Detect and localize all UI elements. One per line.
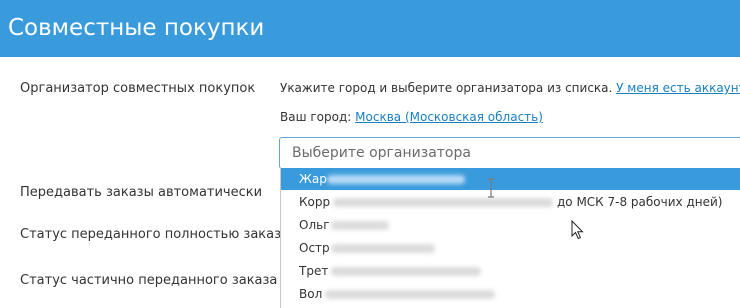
dropdown-option[interactable]: Ольг: [281, 214, 740, 236]
redacted-text: [325, 290, 495, 299]
option-label: Жар: [299, 172, 327, 186]
redacted-text: [331, 244, 435, 253]
redacted-text: [331, 267, 481, 276]
organizer-instruction: Укажите город и выберите организатора из…: [280, 81, 740, 95]
organizer-label: Организатор совместных покупок: [20, 81, 256, 96]
option-tail: до МСК 7-8 рабочих дней): [557, 195, 723, 209]
redacted-text: [331, 221, 389, 230]
page-title: Совместные покупки: [8, 15, 265, 41]
select-placeholder: Выберите организатора: [292, 145, 471, 161]
city-label: Ваш город:: [280, 110, 352, 124]
organizer-select[interactable]: Выберите организатора: [279, 137, 740, 169]
option-label: Ольг: [299, 218, 330, 232]
city-link[interactable]: Москва (Московская область): [355, 110, 543, 124]
redacted-text: [327, 175, 465, 184]
dropdown-option[interactable]: Остр: [281, 237, 740, 259]
dropdown-option[interactable]: Вол: [281, 283, 740, 305]
text-cursor-icon: [488, 178, 494, 198]
dropdown-option[interactable]: Корр до МСК 7-8 рабочих дней): [281, 191, 740, 213]
auto-transfer-label: Передавать заказы автоматически: [20, 185, 263, 200]
redacted-text: [333, 198, 553, 207]
option-label: Вол: [299, 287, 323, 301]
option-label: Трет: [299, 264, 329, 278]
option-label: Остр: [299, 241, 330, 255]
option-label: Корр: [299, 195, 331, 209]
organizer-dropdown: Жар Корр до МСК 7-8 рабочих дней) Ольг О…: [280, 168, 740, 308]
status-full-label: Статус переданного полностью заказа: [20, 227, 289, 242]
mouse-pointer-icon: [571, 220, 584, 240]
instruction-text: Укажите город и выберите организатора из…: [280, 81, 613, 95]
dropdown-option[interactable]: Жар: [281, 168, 740, 190]
city-row: Ваш город: Москва (Московская область): [280, 110, 543, 124]
have-account-link[interactable]: У меня есть аккаунт.: [616, 81, 740, 95]
status-partial-label: Статус частично переданного заказа: [20, 273, 278, 288]
page-header: Совместные покупки: [0, 0, 740, 57]
dropdown-option[interactable]: Трет: [281, 260, 740, 282]
